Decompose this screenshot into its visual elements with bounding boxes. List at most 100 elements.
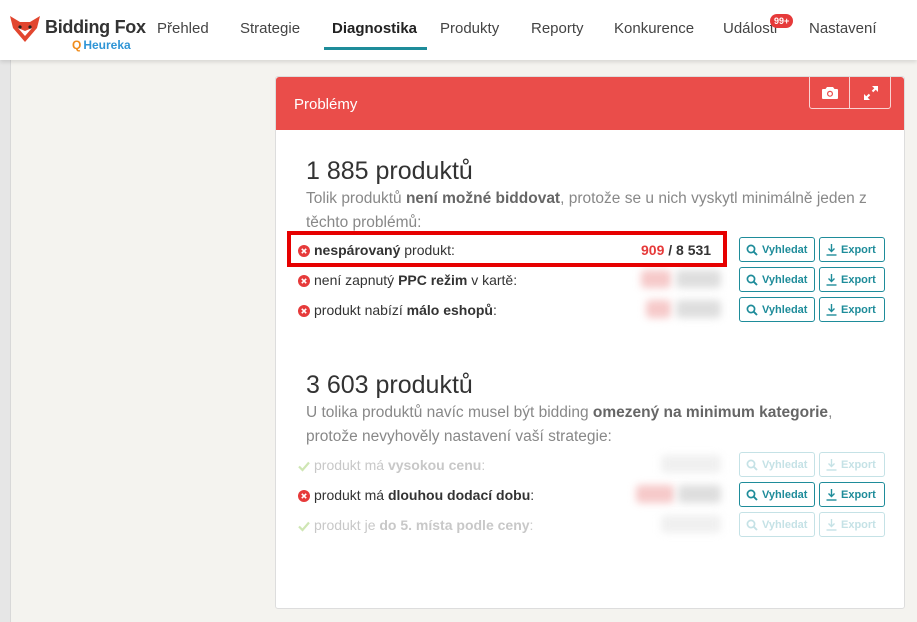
header-buttons bbox=[809, 77, 891, 109]
export-button[interactable]: Export bbox=[819, 452, 885, 477]
blurred-count bbox=[676, 300, 721, 318]
brand-name: Bidding Fox bbox=[45, 17, 146, 37]
screenshot-button[interactable] bbox=[810, 77, 850, 108]
card-title: Problémy bbox=[294, 96, 358, 113]
error-icon bbox=[298, 305, 310, 317]
sub-brand-label: Heureka bbox=[83, 38, 131, 52]
search-button[interactable]: Vyhledat bbox=[739, 452, 815, 477]
label-pre: produkt má bbox=[314, 457, 388, 473]
export-button[interactable]: Export bbox=[819, 482, 885, 507]
nav-nastaveni[interactable]: Nastavení bbox=[809, 20, 877, 50]
search-button[interactable]: Vyhledat bbox=[739, 267, 815, 292]
check-icon bbox=[298, 521, 310, 532]
search-icon bbox=[746, 304, 758, 316]
problem-label: není zapnutý PPC režim v kartě: bbox=[314, 272, 517, 288]
label-pre: produkt má bbox=[314, 487, 388, 503]
search-button[interactable]: Vyhledat bbox=[739, 237, 815, 262]
label-bold: do 5. místa podle ceny bbox=[379, 517, 530, 533]
blurred-count bbox=[646, 300, 671, 318]
download-icon bbox=[826, 458, 837, 471]
export-button[interactable]: Export bbox=[819, 297, 885, 322]
search-button[interactable]: Vyhledat bbox=[739, 512, 815, 537]
label-bold: dlouhou dodací dobu bbox=[387, 487, 531, 503]
problems-card: Problémy 1 885 produktů Tolik produktů n… bbox=[275, 76, 905, 609]
label-pre: produkt nabízí bbox=[314, 302, 407, 318]
check-icon bbox=[298, 461, 310, 472]
label-post: : bbox=[530, 487, 535, 503]
search-icon bbox=[746, 274, 758, 286]
export-button[interactable]: Export bbox=[819, 267, 885, 292]
desc1-part-a: Tolik produktů bbox=[306, 190, 406, 207]
search-button-label: Vyhledat bbox=[762, 273, 808, 286]
heureka-icon: Q bbox=[72, 38, 82, 52]
section2-description: U tolika produktů navíc musel být biddin… bbox=[306, 401, 876, 449]
search-button-label: Vyhledat bbox=[762, 243, 808, 256]
export-button-label: Export bbox=[841, 458, 876, 471]
nav-prehled[interactable]: Přehled bbox=[157, 20, 209, 50]
search-button-label: Vyhledat bbox=[762, 303, 808, 316]
search-icon bbox=[746, 519, 758, 531]
label-pre: produkt je bbox=[314, 517, 380, 533]
label-post: v kartě: bbox=[467, 272, 518, 288]
search-button[interactable]: Vyhledat bbox=[739, 482, 815, 507]
top-navbar: Bidding Fox Q Heureka Přehled Strategie D… bbox=[0, 0, 917, 60]
search-button[interactable]: Vyhledat bbox=[739, 297, 815, 322]
problem-row: produkt je do 5. místa podle ceny: Vyhle… bbox=[296, 511, 886, 539]
search-icon bbox=[746, 489, 758, 501]
section1-description: Tolik produktů není možné biddovat, prot… bbox=[306, 187, 876, 235]
download-icon bbox=[826, 243, 837, 256]
export-button-label: Export bbox=[841, 273, 876, 286]
nav-strategie[interactable]: Strategie bbox=[240, 20, 300, 50]
section1-count: 1 885 produktů bbox=[306, 157, 473, 185]
label-post: : bbox=[529, 517, 534, 533]
blurred-count bbox=[678, 485, 721, 503]
problem-row: produkt má dlouhou dodací dobu: Vyhledat… bbox=[296, 481, 886, 509]
search-icon bbox=[746, 244, 758, 256]
blurred-count bbox=[661, 455, 721, 473]
problem-label: produkt má dlouhou dodací dobu: bbox=[314, 487, 534, 503]
card-header: Problémy bbox=[276, 77, 904, 130]
search-icon bbox=[746, 459, 758, 471]
error-icon bbox=[298, 490, 310, 502]
problem-label: produkt nabízí málo eshopů: bbox=[314, 302, 497, 318]
desc1-part-b: není možné biddovat bbox=[405, 190, 561, 207]
logo[interactable]: Bidding Fox Q Heureka bbox=[10, 14, 150, 52]
export-button-label: Export bbox=[841, 303, 876, 316]
download-icon bbox=[826, 273, 837, 286]
export-button-label: Export bbox=[841, 518, 876, 531]
label-bold: PPC režim bbox=[398, 272, 468, 288]
search-button-label: Vyhledat bbox=[762, 518, 808, 531]
error-icon bbox=[298, 275, 310, 287]
nav-konkurence[interactable]: Konkurence bbox=[614, 20, 694, 50]
sidebar bbox=[0, 60, 10, 622]
highlight-annotation bbox=[287, 231, 727, 267]
fullscreen-button[interactable] bbox=[851, 77, 891, 108]
export-button[interactable]: Export bbox=[819, 237, 885, 262]
problem-label: produkt má vysokou cenu: bbox=[314, 457, 485, 473]
nav-udalosti[interactable]: Události bbox=[723, 20, 777, 50]
export-button[interactable]: Export bbox=[819, 512, 885, 537]
download-icon bbox=[826, 488, 837, 501]
desc2-part-b: omezený na minimum kategorie bbox=[592, 404, 829, 421]
blurred-count bbox=[661, 515, 721, 533]
search-button-label: Vyhledat bbox=[762, 458, 808, 471]
camera-icon bbox=[821, 87, 838, 99]
nav-reporty[interactable]: Reporty bbox=[531, 20, 584, 50]
label-bold: vysokou cenu bbox=[387, 457, 482, 473]
blurred-count bbox=[641, 270, 671, 288]
problem-row: produkt má vysokou cenu: Vyhledat Export bbox=[296, 451, 886, 479]
sidebar-divider bbox=[10, 60, 11, 622]
export-button-label: Export bbox=[841, 243, 876, 256]
blurred-count bbox=[676, 270, 721, 288]
nav-diagnostika[interactable]: Diagnostika bbox=[323, 20, 428, 50]
nav-produkty[interactable]: Produkty bbox=[440, 20, 499, 50]
expand-icon bbox=[864, 85, 878, 100]
events-badge: 99+ bbox=[770, 14, 794, 28]
blurred-count bbox=[636, 485, 674, 503]
label-post: : bbox=[481, 457, 486, 473]
section2-count: 3 603 produktů bbox=[306, 371, 473, 399]
problem-row: není zapnutý PPC režim v kartě: Vyhledat… bbox=[296, 266, 886, 294]
download-icon bbox=[826, 303, 837, 316]
download-icon bbox=[826, 518, 837, 531]
fox-icon bbox=[10, 16, 40, 42]
